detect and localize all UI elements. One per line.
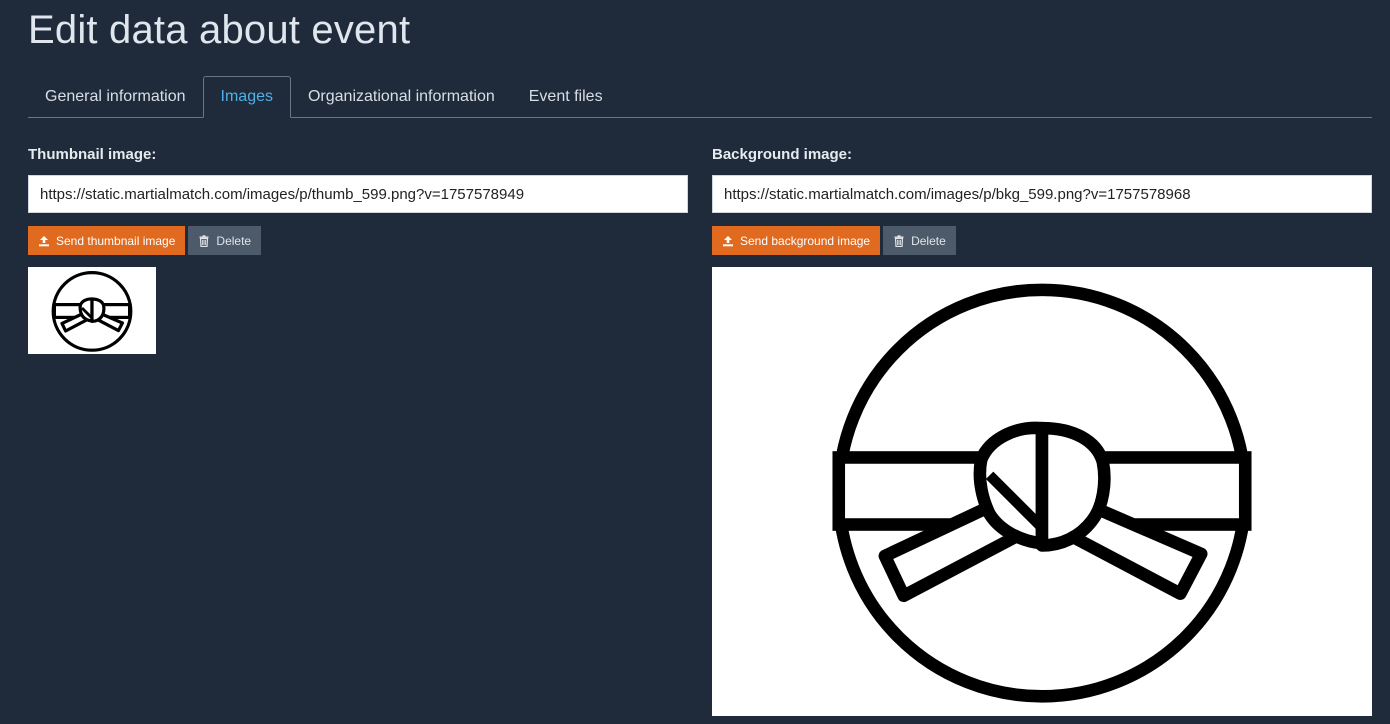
tab-bar: General information Images Organizationa… xyxy=(28,76,1372,118)
send-thumbnail-label: Send thumbnail image xyxy=(56,233,176,248)
thumbnail-preview xyxy=(28,267,156,354)
tab-general-information[interactable]: General information xyxy=(28,77,203,117)
background-section: Background image: Send background image … xyxy=(712,146,1372,716)
send-background-button[interactable]: Send background image xyxy=(712,226,881,255)
delete-background-button[interactable]: Delete xyxy=(883,226,956,255)
thumbnail-label: Thumbnail image: xyxy=(28,146,157,163)
page-title: Edit data about event xyxy=(28,8,411,52)
thumbnail-section: Thumbnail image: Send thumbnail image De… xyxy=(28,146,688,354)
upload-icon xyxy=(722,235,734,247)
trash-icon xyxy=(198,234,210,247)
tab-event-files[interactable]: Event files xyxy=(512,77,620,117)
background-url-input[interactable] xyxy=(712,175,1372,213)
send-background-label: Send background image xyxy=(740,233,871,248)
thumbnail-url-input[interactable] xyxy=(28,175,688,213)
tab-organizational-information[interactable]: Organizational information xyxy=(291,77,512,117)
background-label: Background image: xyxy=(712,146,853,163)
page: Edit data about event General informatio… xyxy=(0,0,1390,724)
background-preview xyxy=(712,267,1372,716)
delete-background-label: Delete xyxy=(911,233,946,248)
martial-arts-belt-icon xyxy=(51,270,133,352)
send-thumbnail-button[interactable]: Send thumbnail image xyxy=(28,226,186,255)
upload-icon xyxy=(38,235,50,247)
martial-arts-belt-icon xyxy=(832,283,1252,703)
delete-thumbnail-label: Delete xyxy=(216,233,252,248)
trash-icon xyxy=(893,234,905,247)
tab-images[interactable]: Images xyxy=(202,76,291,118)
thumbnail-actions: Send thumbnail image Delete xyxy=(28,226,688,255)
delete-thumbnail-button[interactable]: Delete xyxy=(188,226,262,255)
background-actions: Send background image Delete xyxy=(712,226,1372,255)
